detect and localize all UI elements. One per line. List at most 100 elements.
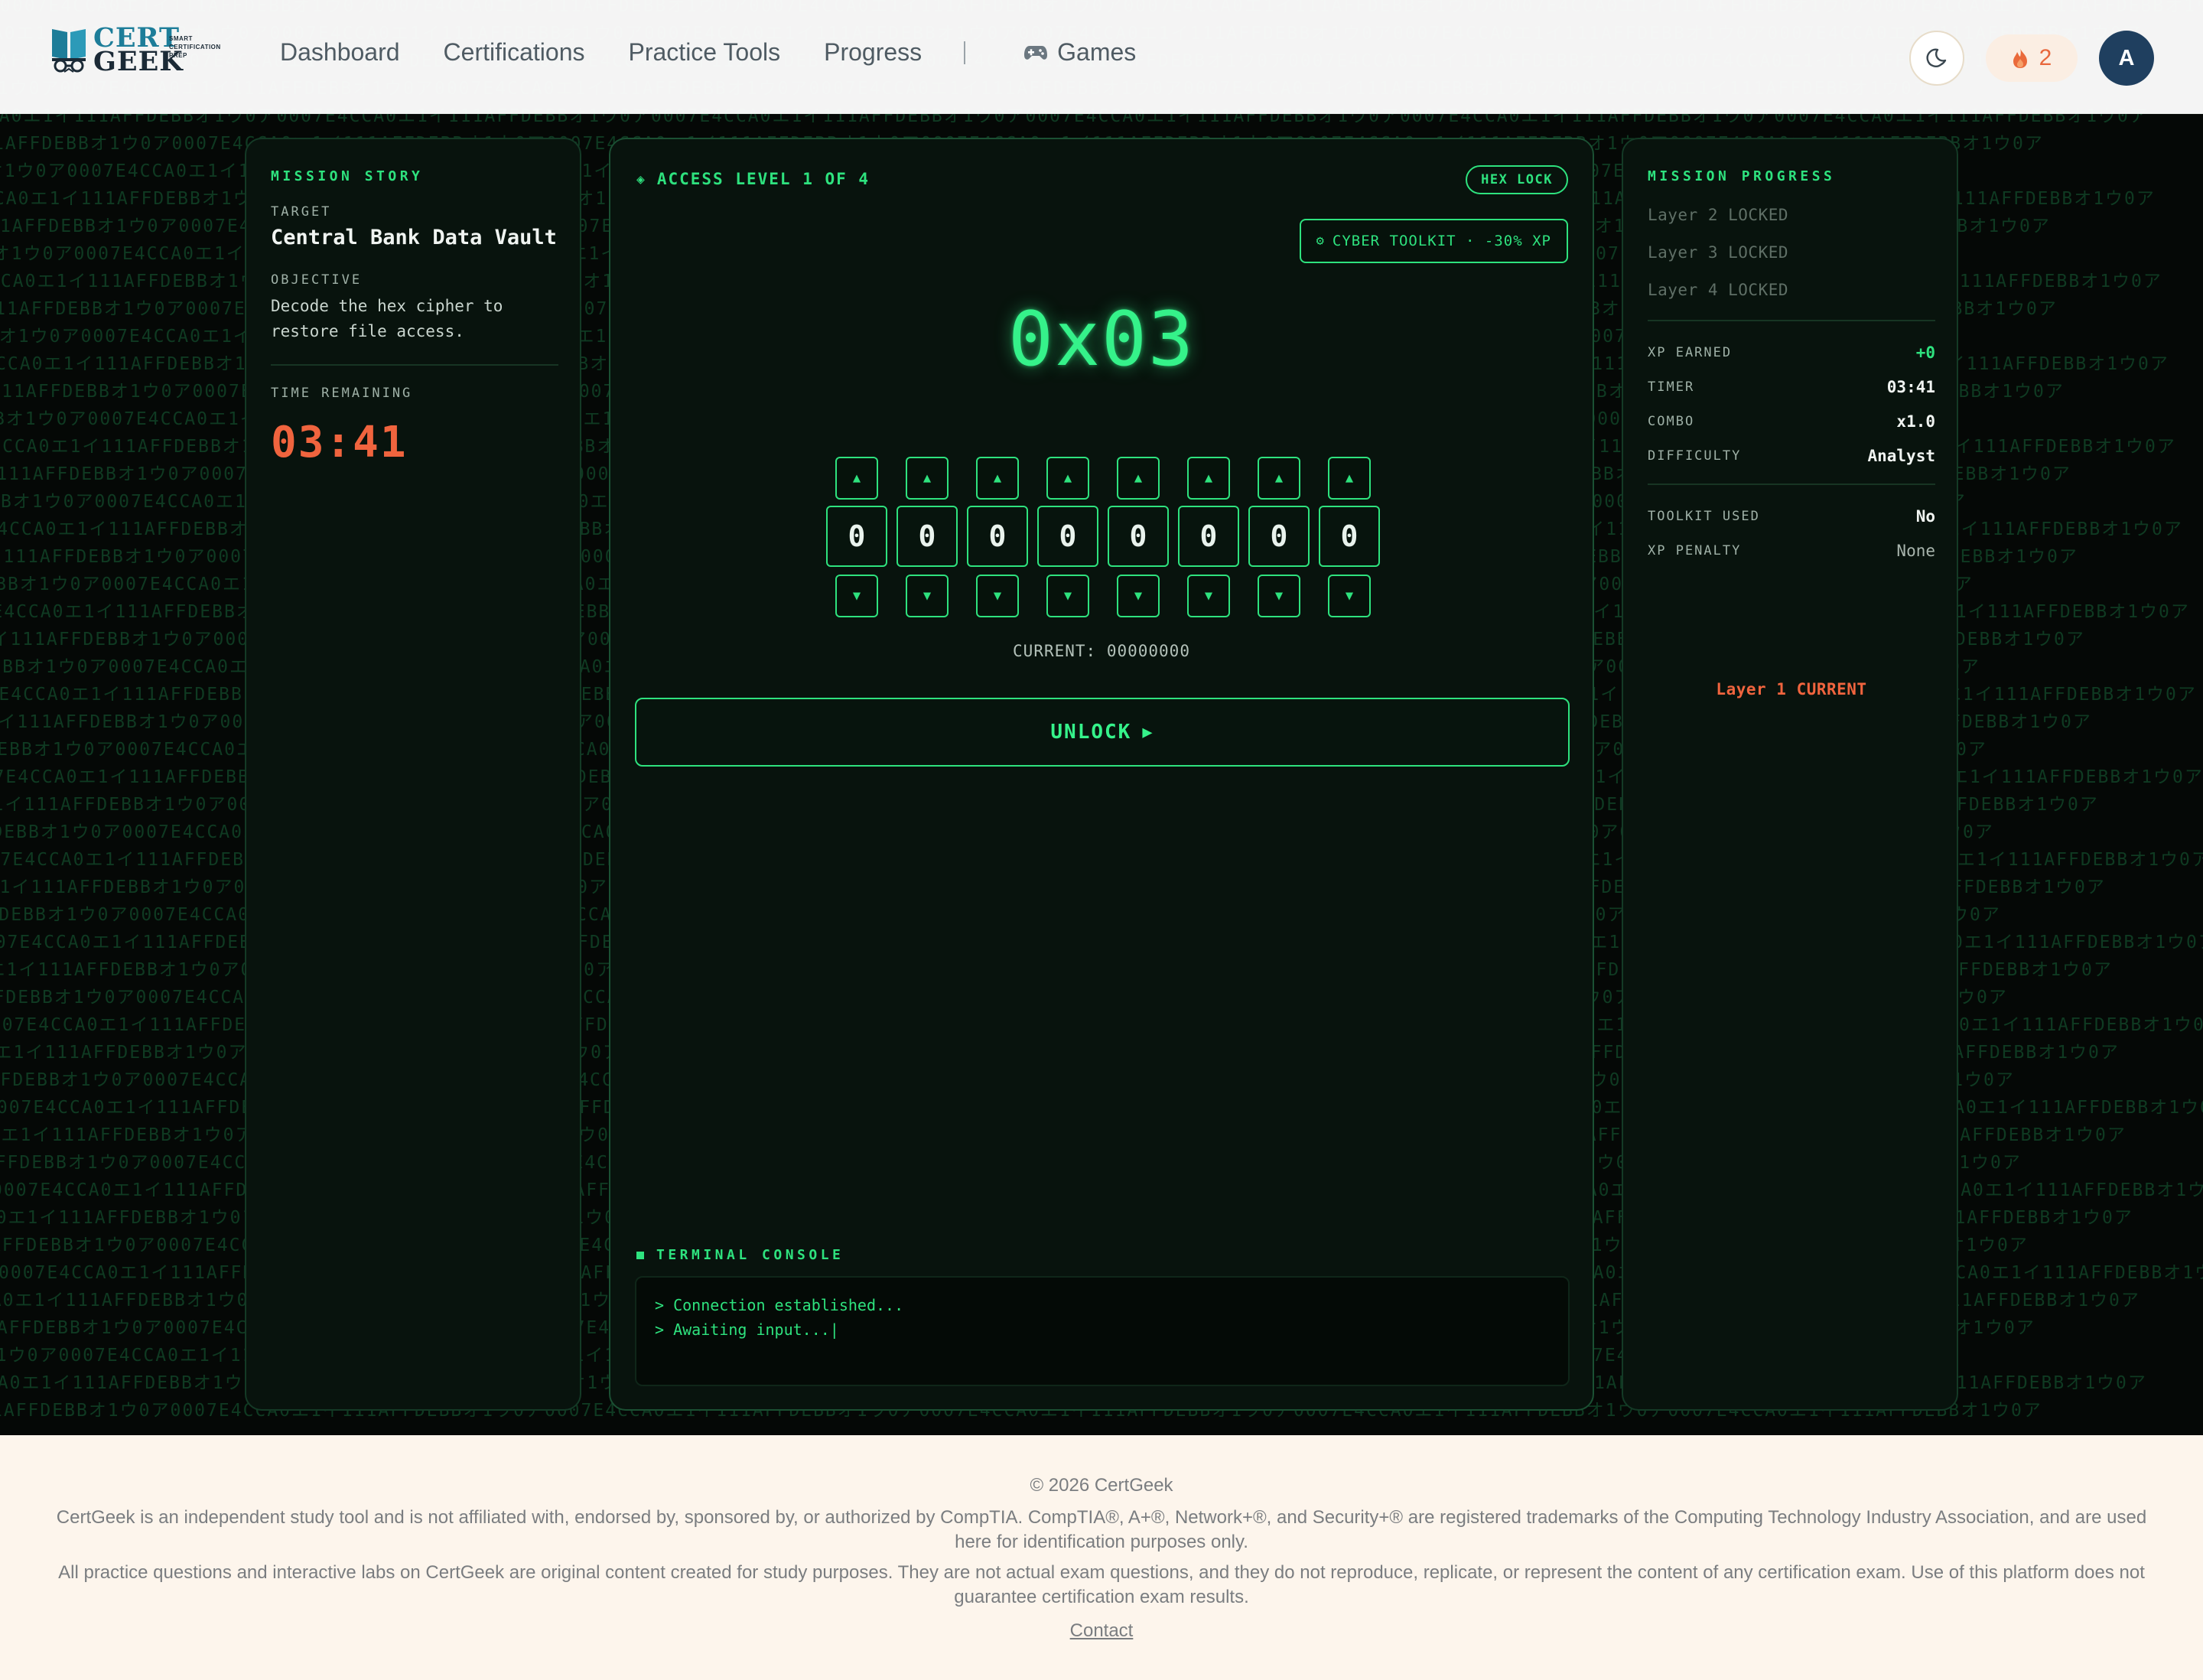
digit-down-button[interactable]: ▼ [976,575,1019,617]
mission-divider [271,364,558,366]
theme-toggle-button[interactable] [1909,31,1964,86]
terminal-console: > Connection established... > Awaiting i… [635,1276,1570,1386]
time-remaining-label: TIME REMAINING [271,386,413,401]
digit-down-button[interactable]: ▼ [1328,575,1371,617]
footer-contact-link[interactable]: Contact [1070,1620,1134,1641]
main-nav: Dashboard Certifications Practice Tools … [280,38,1180,67]
terminal-line: > Connection established... [655,1296,904,1314]
arrow-down-icon: ▼ [993,588,1002,604]
footer-disclaimer-trademark: CertGeek is an independent study tool an… [56,1507,2147,1552]
terminal-console-title: TERMINAL CONSOLE [636,1247,844,1263]
geek-book-icon [49,24,89,75]
stat-combo: COMBO x1.0 [1648,404,1935,438]
unlock-button[interactable]: UNLOCK ▶ [635,698,1570,767]
target-hex-value: 0x03 [1007,296,1195,383]
digit-up-button[interactable]: ▲ [835,457,878,500]
arrow-up-icon: ▲ [1063,470,1072,486]
footer-copyright: © 2026 CertGeek [1030,1475,1173,1496]
arrow-down-icon: ▼ [1345,588,1354,604]
arrow-up-icon: ▲ [993,470,1002,486]
stat-xp-penalty: XP PENALTY None [1648,533,1935,568]
user-avatar[interactable]: A [2099,31,2154,86]
arrow-up-icon: ▲ [852,470,861,486]
logo-tagline: SMART CERTIFICATION PREP [169,34,221,60]
nav-certifications[interactable]: Certifications [444,38,585,67]
stat-value: Analyst [1867,446,1935,465]
digit-column: ▲ 0 ▼ [826,457,887,617]
nav-dashboard[interactable]: Dashboard [280,38,400,67]
stat-key: DIFFICULTY [1648,448,1742,464]
arrow-up-icon: ▲ [1204,470,1213,486]
objective-text: Decode the hex cipher to restore file ac… [271,297,503,340]
unlock-label: UNLOCK [1050,721,1132,744]
arrow-down-icon: ▼ [1063,588,1072,604]
gamepad-icon [1024,45,1048,60]
cyber-toolkit-button[interactable]: ⚙ CYBER TOOLKIT · -30% XP [1299,219,1568,263]
access-level: ◈ ACCESS LEVEL 1 OF 4 [636,170,870,188]
digit-up-button[interactable]: ▲ [1046,457,1089,500]
digit-column: ▲ 0 ▼ [1178,457,1239,617]
streak-badge[interactable]: 2 [1986,34,2078,82]
progress-divider [1648,320,1935,321]
nav-divider [964,41,966,64]
arrow-down-icon: ▼ [1204,588,1213,604]
layer-item-locked: Layer 3 LOCKED [1648,243,1789,262]
digit-column: ▲ 0 ▼ [1108,457,1169,617]
logo-tagline-line3: PREP [169,52,187,59]
stat-key: XP EARNED [1648,344,1733,360]
stat-key: XP PENALTY [1648,542,1742,558]
digit-column: ▲ 0 ▼ [1319,457,1380,617]
nav-games[interactable]: Games [1023,38,1136,67]
stat-value: 03:41 [1886,377,1935,396]
digit-column: ▲ 0 ▼ [967,457,1028,617]
logo-tagline-line1: SMART [169,35,193,42]
target-name: Central Bank Data Vault [271,226,557,249]
digit-value: 0 [1248,506,1310,567]
stat-value: +0 [1915,343,1935,362]
nav-progress[interactable]: Progress [824,38,922,67]
layer-item-locked: Layer 2 LOCKED [1648,206,1789,224]
digit-down-button[interactable]: ▼ [1117,575,1160,617]
mission-story-panel: MISSION STORY TARGET Central Bank Data V… [245,138,581,1411]
arrow-up-icon: ▲ [1274,470,1284,486]
digit-value: 0 [967,506,1028,567]
moon-icon [1926,48,1947,67]
digit-up-button[interactable]: ▲ [1258,457,1300,500]
arrow-down-icon: ▼ [923,588,932,604]
arrow-down-icon: ▼ [1134,588,1143,604]
arrow-up-icon: ▲ [923,470,932,486]
digit-up-button[interactable]: ▲ [906,457,949,500]
digit-up-button[interactable]: ▲ [1328,457,1371,500]
digit-value: 0 [1319,506,1380,567]
nav-games-label: Games [1057,38,1137,66]
diamond-icon: ◈ [636,171,646,187]
certgeek-logo[interactable]: CERT GEEK SMART CERTIFICATION PREP [49,23,233,77]
target-label: TARGET [271,204,332,220]
time-remaining-value: 03:41 [271,418,408,467]
digit-up-button[interactable]: ▲ [1187,457,1230,500]
arrow-up-icon: ▲ [1345,470,1354,486]
digit-selector: ▲ 0 ▼ ▲ 0 ▼ ▲ 0 ▼ ▲ 0 ▼ ▲ 0 ▼ ▲ 0 ▼ ▲ 0 … [826,457,1380,617]
stat-value: x1.0 [1896,412,1935,431]
digit-down-button[interactable]: ▼ [906,575,949,617]
stat-key: TIMER [1648,379,1695,395]
mission-progress-panel: MISSION PROGRESS Layer 1 CURRENT Layer 2… [1622,138,1958,1411]
stat-xp-earned: XP EARNED +0 [1648,335,1935,370]
digit-up-button[interactable]: ▲ [976,457,1019,500]
top-header: CERT GEEK SMART CERTIFICATION PREP Dashb… [0,0,2203,114]
digit-down-button[interactable]: ▼ [1187,575,1230,617]
nav-practice-tools[interactable]: Practice Tools [629,38,781,67]
digit-down-button[interactable]: ▼ [1046,575,1089,617]
play-icon: ▶ [1142,722,1154,742]
digit-column: ▲ 0 ▼ [896,457,958,617]
digit-value: 0 [1037,506,1098,567]
digit-up-button[interactable]: ▲ [1117,457,1160,500]
digit-column: ▲ 0 ▼ [1248,457,1310,617]
arrow-down-icon: ▼ [1274,588,1284,604]
digit-column: ▲ 0 ▼ [1037,457,1098,617]
digit-value: 0 [1178,506,1239,567]
current-value: CURRENT: 00000000 [1013,642,1190,660]
digit-down-button[interactable]: ▼ [1258,575,1300,617]
logo-tagline-line2: CERTIFICATION [169,44,221,50]
digit-down-button[interactable]: ▼ [835,575,878,617]
